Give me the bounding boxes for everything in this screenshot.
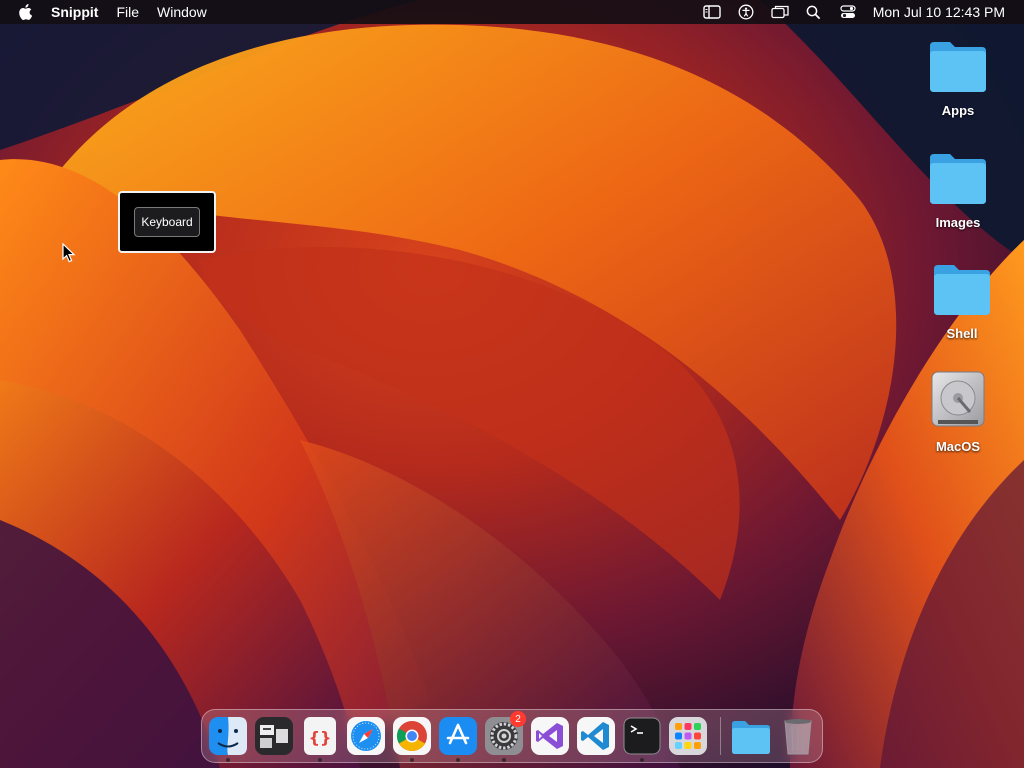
folder-icon — [732, 721, 770, 754]
dock-chrome[interactable] — [392, 716, 432, 762]
menu-app-name[interactable]: Snippit — [42, 0, 107, 24]
apple-menu-icon[interactable] — [0, 0, 42, 24]
dock-script-editor[interactable]: {} — [300, 716, 340, 762]
control-center-icon[interactable] — [831, 0, 865, 24]
visual-studio-icon — [531, 717, 569, 755]
dock-safari[interactable] — [346, 716, 386, 756]
hard-drive-icon — [931, 371, 985, 427]
desktop-icon-macos[interactable]: MacOS — [913, 370, 1003, 454]
running-indicator — [640, 758, 644, 762]
mouse-cursor-icon — [62, 243, 76, 263]
menu-bar: Snippit File Window Mon Jul 10 12:43 PM — [0, 0, 1024, 24]
dock-trash[interactable] — [778, 716, 818, 756]
desktop-icon-label: Images — [935, 215, 981, 230]
dock-snippit[interactable] — [254, 716, 294, 756]
finder-icon — [209, 717, 247, 755]
menu-file[interactable]: File — [107, 0, 148, 24]
running-indicator — [410, 758, 414, 762]
desktop-icon-apps[interactable]: Apps — [913, 38, 1003, 118]
safari-icon — [347, 717, 385, 755]
dock-separator — [720, 717, 721, 755]
accessibility-icon[interactable] — [729, 0, 763, 24]
dock-downloads-folder[interactable] — [730, 716, 770, 756]
running-indicator — [226, 758, 230, 762]
chrome-icon — [393, 717, 431, 755]
dock: {} 2 — [201, 709, 823, 763]
desktop-icon-shell[interactable]: Shell — [917, 261, 1007, 341]
launchpad-icon — [669, 717, 707, 755]
menu-bar-status-area: Mon Jul 10 12:43 PM — [695, 0, 1024, 24]
screen-mirroring-icon[interactable] — [763, 0, 797, 24]
trash-icon — [784, 719, 812, 755]
desktop-icon-label: Apps — [941, 103, 975, 118]
desktop-icon-label: Shell — [946, 326, 978, 341]
dock-finder[interactable] — [208, 716, 248, 762]
terminal-icon — [623, 717, 661, 755]
dock-app-store[interactable] — [438, 716, 478, 762]
folder-icon — [934, 265, 990, 315]
dock-terminal[interactable] — [622, 716, 662, 762]
menu-bar-clock[interactable]: Mon Jul 10 12:43 PM — [865, 4, 1016, 20]
running-indicator — [502, 758, 506, 762]
menu-window[interactable]: Window — [148, 0, 216, 24]
script-editor-icon: {} — [304, 717, 336, 755]
dock-launchpad[interactable] — [668, 716, 708, 756]
desktop-wallpaper — [0, 0, 1024, 768]
svg-text:{}: {} — [309, 728, 332, 747]
running-indicator — [456, 758, 460, 762]
dock-vscode[interactable] — [576, 716, 616, 756]
desktop-icon-images[interactable]: Images — [913, 150, 1003, 230]
dock-system-settings[interactable]: 2 — [484, 711, 526, 762]
folder-icon — [930, 42, 986, 92]
desktop-icon-label: MacOS — [935, 439, 981, 454]
running-indicator — [318, 758, 322, 762]
sidebar-list-icon[interactable] — [695, 0, 729, 24]
vscode-icon — [577, 717, 615, 755]
notification-badge: 2 — [510, 711, 526, 727]
search-icon[interactable] — [797, 0, 831, 24]
snippit-icon — [255, 717, 293, 755]
folder-icon — [930, 154, 986, 204]
app-store-icon — [439, 717, 477, 755]
keyboard-popup: Keyboard — [118, 191, 216, 253]
dock-visual-studio[interactable] — [530, 716, 570, 756]
keyboard-button[interactable]: Keyboard — [134, 207, 200, 237]
